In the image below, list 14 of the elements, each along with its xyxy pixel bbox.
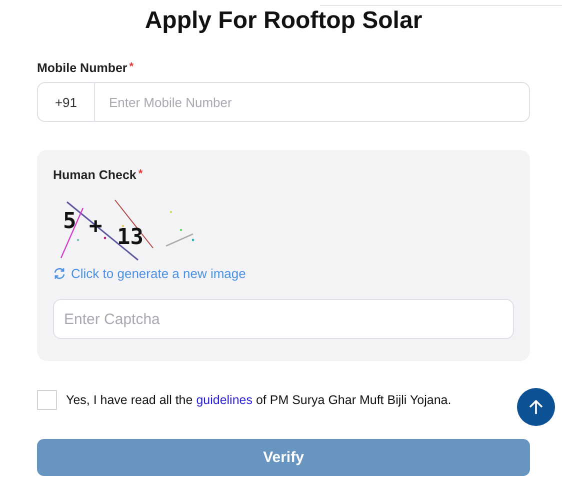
field-label: Mobile Number: [37, 61, 128, 75]
agreement-text: Yes, I have read all the guidelines of PM Surya Ghar Muft Bijli Yojana.: [66, 393, 452, 407]
required-mark: *: [129, 61, 134, 75]
refresh-captcha-link[interactable]: Click to generate a new image: [53, 266, 246, 281]
guidelines-link[interactable]: guidelines: [196, 393, 252, 407]
captcha-field[interactable]: Enter Captcha: [53, 299, 514, 339]
scroll-to-top-button[interactable]: [517, 388, 555, 426]
page-title: Apply For Rooftop Solar: [144, 6, 424, 36]
agreement-checkbox[interactable]: [37, 390, 57, 410]
required-mark: *: [138, 168, 143, 182]
field-label: Human Check: [53, 168, 136, 182]
arrow-up-icon: [527, 398, 545, 416]
refresh-icon: [53, 267, 66, 280]
mobile-number-field[interactable]: Enter Mobile Number: [95, 82, 530, 122]
